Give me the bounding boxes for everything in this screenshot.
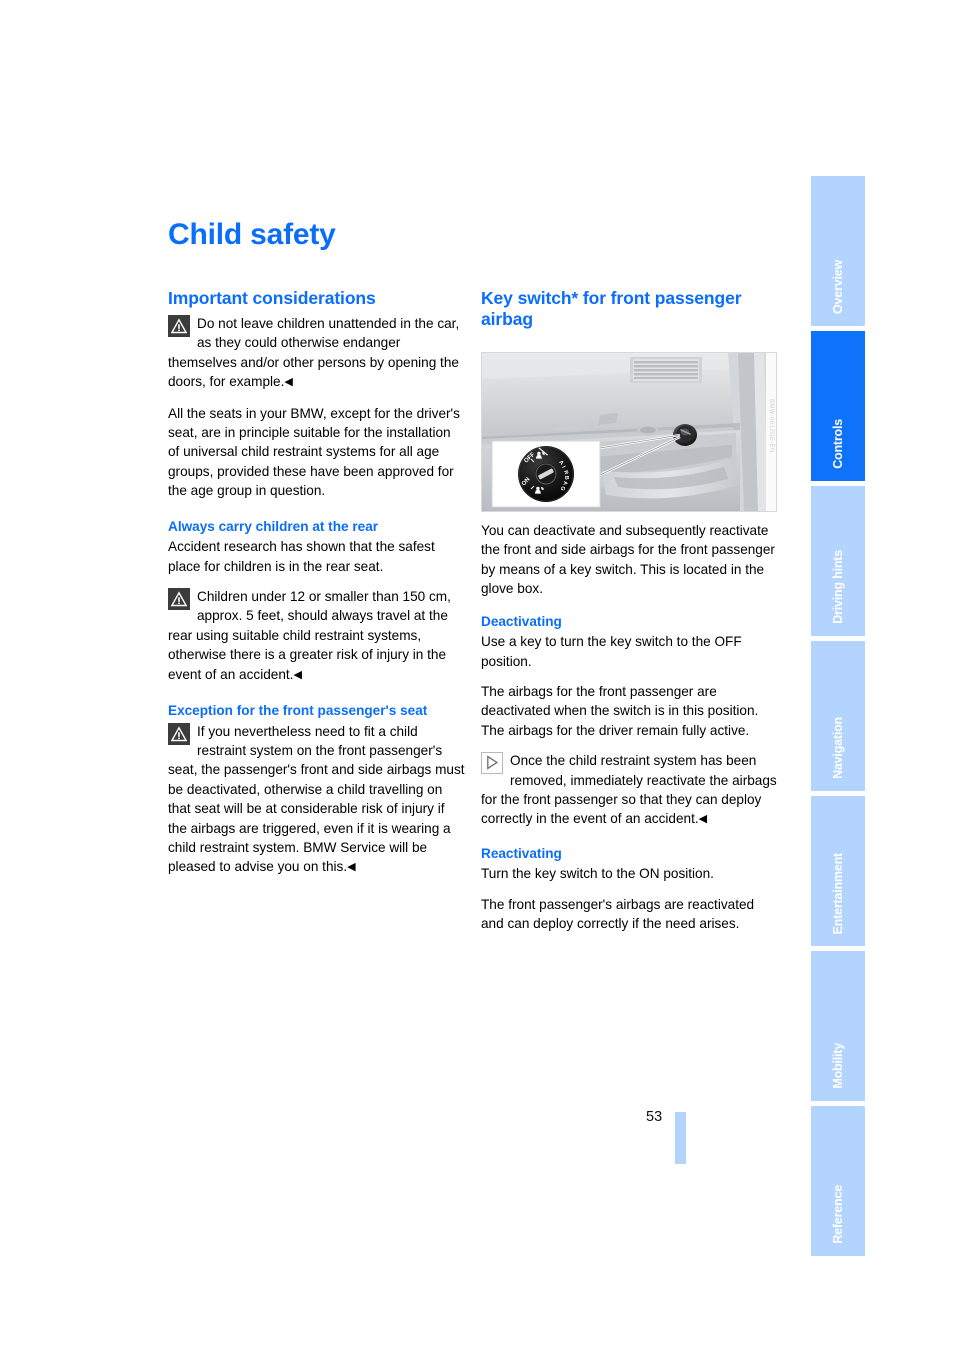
warning-triangle-icon bbox=[168, 315, 190, 337]
section-tab-rail: Overview Controls Driving hints Navigation E… bbox=[811, 176, 865, 1256]
right-text-column-heading: Key switch* for front passenger airbag bbox=[481, 288, 778, 335]
sidebar-tab-controls[interactable]: Controls bbox=[811, 331, 865, 481]
sidebar-tab-label: Controls bbox=[830, 419, 845, 469]
left-text-column: Important considerations Do not leave ch… bbox=[168, 288, 465, 889]
end-of-notice-mark: ◀ bbox=[698, 813, 708, 826]
warning-body: Do not leave children unattended in the … bbox=[168, 316, 460, 390]
heading-key-switch-front-passenger-airbag: Key switch* for front passenger airbag bbox=[481, 288, 742, 329]
manual-page: Child safety Important considerations Do… bbox=[0, 0, 954, 1351]
sidebar-tab-label: Reference bbox=[830, 1185, 845, 1244]
page-number: 53 bbox=[646, 1109, 663, 1125]
sidebar-tab-label: Entertainment bbox=[830, 852, 845, 934]
sidebar-tab-label: Overview bbox=[830, 260, 845, 314]
sidebar-tab-label: Navigation bbox=[830, 717, 845, 779]
note-triangle-icon bbox=[481, 752, 503, 775]
heading-important-considerations: Important considerations bbox=[168, 288, 376, 308]
warning-body: If you nevertheless need to fit a child … bbox=[168, 723, 465, 875]
sidebar-tab-driving-hints[interactable]: Driving hints bbox=[811, 486, 865, 636]
paragraph-airbags-reactivated: The front passenger's airbags are reacti… bbox=[481, 896, 755, 932]
right-text-column: You can deactivate and subsequently reac… bbox=[481, 521, 778, 945]
warning-text: If you nevertheless need to fit a child … bbox=[168, 722, 465, 878]
note-body: Once the child restraint system has been… bbox=[481, 753, 777, 827]
figure-glovebox-key-switch: OFF ON A I R B A G BMW-0612DE-EN bbox=[481, 352, 777, 512]
sidebar-tab-navigation[interactable]: Navigation bbox=[811, 641, 865, 791]
warning-body: Children under 12 or smaller than 150 cm… bbox=[168, 588, 451, 682]
sidebar-tab-entertainment[interactable]: Entertainment bbox=[811, 796, 865, 946]
paragraph-universal-restraints: All the seats in your BMW, except for th… bbox=[168, 405, 460, 499]
warning-triangle-icon bbox=[168, 722, 190, 745]
svg-text:B: B bbox=[563, 476, 569, 481]
heading-always-carry-children-at-rear: Always carry children at the rear bbox=[168, 518, 379, 534]
sidebar-tab-label: Mobility bbox=[830, 1043, 845, 1089]
warning-triangle-icon bbox=[168, 587, 190, 610]
sidebar-tab-reference[interactable]: Reference bbox=[811, 1106, 865, 1256]
svg-text:A: A bbox=[562, 481, 568, 486]
paragraph-key-switch-intro: You can deactivate and subsequently reac… bbox=[481, 523, 775, 597]
heading-exception-front-passenger-seat: Exception for the front passenger's seat bbox=[168, 703, 428, 718]
sidebar-tab-mobility[interactable]: Mobility bbox=[811, 951, 865, 1101]
paragraph-accident-research: Accident research has shown that the saf… bbox=[168, 539, 435, 574]
paragraph-airbags-deactivated: The airbags for the front passenger are … bbox=[481, 683, 759, 738]
paragraph-turn-key-off: Use a key to turn the key switch to the … bbox=[481, 634, 742, 669]
end-of-notice-mark: ◀ bbox=[284, 376, 293, 389]
note-block-reactivate-after-removal: Once the child restraint system has been… bbox=[481, 751, 778, 830]
heading-deactivating: Deactivating bbox=[481, 613, 562, 629]
paragraph-turn-key-on: Turn the key switch to the ON position. bbox=[481, 866, 714, 882]
page-number-bar bbox=[675, 1112, 686, 1164]
figure-reference-code: BMW-0612DE-EN bbox=[768, 399, 774, 453]
note-text: Once the child restraint system has been… bbox=[481, 751, 778, 830]
sidebar-tab-label: Driving hints bbox=[830, 550, 845, 624]
page-title: Child safety bbox=[168, 218, 336, 251]
warning-block-unattended-children: Do not leave children unattended in the … bbox=[168, 314, 465, 393]
end-of-notice-mark: ◀ bbox=[347, 861, 356, 874]
warning-block-front-passenger-restraint: If you nevertheless need to fit a child … bbox=[168, 722, 465, 878]
warning-block-children-under-12: Children under 12 or smaller than 150 cm… bbox=[168, 587, 465, 685]
heading-reactivating: Reactivating bbox=[481, 845, 562, 861]
warning-text: Children under 12 or smaller than 150 cm… bbox=[168, 587, 465, 685]
warning-text: Do not leave children unattended in the … bbox=[168, 314, 465, 393]
sidebar-tab-overview[interactable]: Overview bbox=[811, 176, 865, 326]
end-of-notice-mark: ◀ bbox=[293, 668, 302, 681]
